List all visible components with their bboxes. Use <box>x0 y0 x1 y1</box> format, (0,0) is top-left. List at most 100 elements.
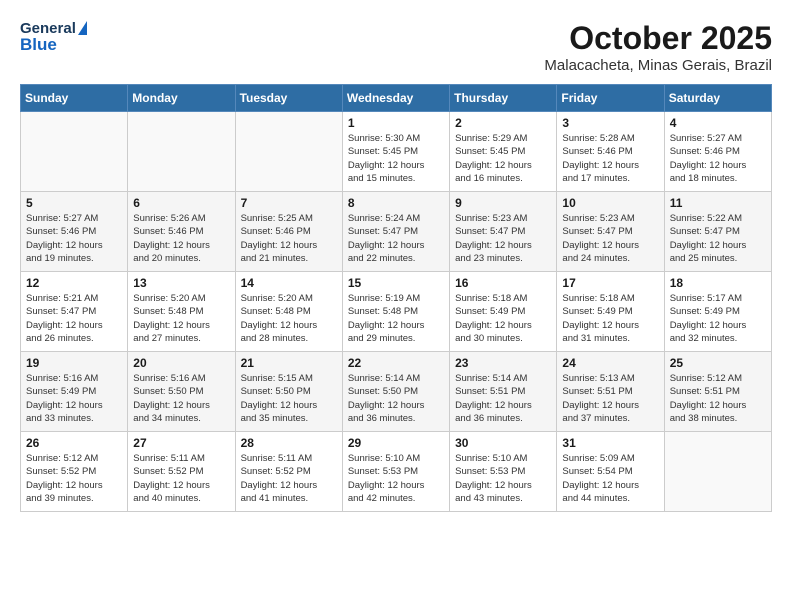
calendar-cell: 1 Sunrise: 5:30 AM Sunset: 5:45 PM Daylig… <box>342 112 449 192</box>
location-subtitle: Malacacheta, Minas Gerais, Brazil <box>544 57 772 74</box>
day-info: Sunrise: 5:11 AM Sunset: 5:52 PM Dayligh… <box>133 452 229 505</box>
calendar-cell: 12 Sunrise: 5:21 AM Sunset: 5:47 PM Dayli… <box>21 272 128 352</box>
day-info: Sunrise: 5:29 AM Sunset: 5:45 PM Dayligh… <box>455 132 551 185</box>
calendar-cell: 30 Sunrise: 5:10 AM Sunset: 5:53 PM Dayli… <box>450 432 557 512</box>
day-info: Sunrise: 5:12 AM Sunset: 5:51 PM Dayligh… <box>670 372 766 425</box>
day-number: 4 <box>670 116 766 130</box>
day-of-week-header: Tuesday <box>235 85 342 112</box>
day-info: Sunrise: 5:20 AM Sunset: 5:48 PM Dayligh… <box>133 292 229 345</box>
day-info: Sunrise: 5:18 AM Sunset: 5:49 PM Dayligh… <box>562 292 658 345</box>
day-number: 12 <box>26 276 122 290</box>
calendar-cell: 6 Sunrise: 5:26 AM Sunset: 5:46 PM Daylig… <box>128 192 235 272</box>
calendar-cell: 7Sunrise: 5:25 AM Sunset: 5:46 PM Daylig… <box>235 192 342 272</box>
month-title: October 2025 <box>544 20 772 57</box>
days-of-week-row: SundayMondayTuesdayWednesdayThursdayFrid… <box>21 85 772 112</box>
day-number: 15 <box>348 276 444 290</box>
calendar-cell: 22Sunrise: 5:14 AM Sunset: 5:50 PM Dayli… <box>342 352 449 432</box>
day-number: 11 <box>670 196 766 210</box>
calendar-cell: 23Sunrise: 5:14 AM Sunset: 5:51 PM Dayli… <box>450 352 557 432</box>
day-number: 28 <box>241 436 337 450</box>
day-info: Sunrise: 5:21 AM Sunset: 5:47 PM Dayligh… <box>26 292 122 345</box>
day-info: Sunrise: 5:23 AM Sunset: 5:47 PM Dayligh… <box>455 212 551 265</box>
page-header: General Blue October 2025 Malacacheta, M… <box>20 20 772 74</box>
day-number: 30 <box>455 436 551 450</box>
calendar-cell: 26 Sunrise: 5:12 AM Sunset: 5:52 PM Dayli… <box>21 432 128 512</box>
calendar-cell: 9 Sunrise: 5:23 AM Sunset: 5:47 PM Daylig… <box>450 192 557 272</box>
logo-blue: Blue <box>20 35 87 55</box>
day-number: 13 <box>133 276 229 290</box>
day-of-week-header: Saturday <box>664 85 771 112</box>
day-of-week-header: Wednesday <box>342 85 449 112</box>
day-number: 18 <box>670 276 766 290</box>
calendar-cell: 3 Sunrise: 5:28 AM Sunset: 5:46 PM Daylig… <box>557 112 664 192</box>
day-info: Sunrise: 5:16 AM Sunset: 5:50 PM Dayligh… <box>133 372 229 425</box>
day-number: 14 <box>241 276 337 290</box>
day-info: Sunrise: 5:16 AM Sunset: 5:49 PM Dayligh… <box>26 372 122 425</box>
day-number: 17 <box>562 276 658 290</box>
day-number: 6 <box>133 196 229 210</box>
calendar-cell: 13 Sunrise: 5:20 AM Sunset: 5:48 PM Dayli… <box>128 272 235 352</box>
calendar-cell: 15 Sunrise: 5:19 AM Sunset: 5:48 PM Dayli… <box>342 272 449 352</box>
day-number: 23 <box>455 356 551 370</box>
calendar-table: SundayMondayTuesdayWednesdayThursdayFrid… <box>20 84 772 512</box>
day-number: 29 <box>348 436 444 450</box>
day-info: Sunrise: 5:14 AM Sunset: 5:50 PM Dayligh… <box>348 372 444 425</box>
day-of-week-header: Friday <box>557 85 664 112</box>
day-of-week-header: Thursday <box>450 85 557 112</box>
day-number: 19 <box>26 356 122 370</box>
day-number: 21 <box>241 356 337 370</box>
title-section: October 2025 Malacacheta, Minas Gerais, … <box>544 20 772 74</box>
calendar-body: 1 Sunrise: 5:30 AM Sunset: 5:45 PM Daylig… <box>21 112 772 512</box>
day-info: Sunrise: 5:19 AM Sunset: 5:48 PM Dayligh… <box>348 292 444 345</box>
calendar-cell <box>21 112 128 192</box>
day-info: Sunrise: 5:23 AM Sunset: 5:47 PM Dayligh… <box>562 212 658 265</box>
day-info: Sunrise: 5:17 AM Sunset: 5:49 PM Dayligh… <box>670 292 766 345</box>
day-number: 9 <box>455 196 551 210</box>
day-info: Sunrise: 5:12 AM Sunset: 5:52 PM Dayligh… <box>26 452 122 505</box>
calendar-week-row: 19 Sunrise: 5:16 AM Sunset: 5:49 PM Dayli… <box>21 352 772 432</box>
day-number: 31 <box>562 436 658 450</box>
logo: General Blue <box>20 20 87 55</box>
day-number: 26 <box>26 436 122 450</box>
day-info: Sunrise: 5:22 AM Sunset: 5:47 PM Dayligh… <box>670 212 766 265</box>
day-number: 2 <box>455 116 551 130</box>
day-number: 8 <box>348 196 444 210</box>
calendar-week-row: 5Sunrise: 5:27 AM Sunset: 5:46 PM Daylig… <box>21 192 772 272</box>
day-info: Sunrise: 5:15 AM Sunset: 5:50 PM Dayligh… <box>241 372 337 425</box>
day-number: 5 <box>26 196 122 210</box>
calendar-cell: 11 Sunrise: 5:22 AM Sunset: 5:47 PM Dayli… <box>664 192 771 272</box>
calendar-cell: 27 Sunrise: 5:11 AM Sunset: 5:52 PM Dayli… <box>128 432 235 512</box>
day-info: Sunrise: 5:11 AM Sunset: 5:52 PM Dayligh… <box>241 452 337 505</box>
calendar-cell: 29Sunrise: 5:10 AM Sunset: 5:53 PM Dayli… <box>342 432 449 512</box>
calendar-cell: 2 Sunrise: 5:29 AM Sunset: 5:45 PM Daylig… <box>450 112 557 192</box>
calendar-cell: 18 Sunrise: 5:17 AM Sunset: 5:49 PM Dayli… <box>664 272 771 352</box>
calendar-cell: 5Sunrise: 5:27 AM Sunset: 5:46 PM Daylig… <box>21 192 128 272</box>
calendar-cell: 14Sunrise: 5:20 AM Sunset: 5:48 PM Dayli… <box>235 272 342 352</box>
calendar-header: SundayMondayTuesdayWednesdayThursdayFrid… <box>21 85 772 112</box>
calendar-cell: 24Sunrise: 5:13 AM Sunset: 5:51 PM Dayli… <box>557 352 664 432</box>
calendar-cell: 16Sunrise: 5:18 AM Sunset: 5:49 PM Dayli… <box>450 272 557 352</box>
day-info: Sunrise: 5:27 AM Sunset: 5:46 PM Dayligh… <box>670 132 766 185</box>
day-info: Sunrise: 5:09 AM Sunset: 5:54 PM Dayligh… <box>562 452 658 505</box>
calendar-week-row: 26 Sunrise: 5:12 AM Sunset: 5:52 PM Dayli… <box>21 432 772 512</box>
calendar-cell: 4 Sunrise: 5:27 AM Sunset: 5:46 PM Daylig… <box>664 112 771 192</box>
day-number: 10 <box>562 196 658 210</box>
day-number: 1 <box>348 116 444 130</box>
calendar-cell: 10 Sunrise: 5:23 AM Sunset: 5:47 PM Dayli… <box>557 192 664 272</box>
calendar-cell: 17 Sunrise: 5:18 AM Sunset: 5:49 PM Dayli… <box>557 272 664 352</box>
day-number: 27 <box>133 436 229 450</box>
day-info: Sunrise: 5:26 AM Sunset: 5:46 PM Dayligh… <box>133 212 229 265</box>
day-info: Sunrise: 5:24 AM Sunset: 5:47 PM Dayligh… <box>348 212 444 265</box>
day-info: Sunrise: 5:30 AM Sunset: 5:45 PM Dayligh… <box>348 132 444 185</box>
calendar-cell: 20Sunrise: 5:16 AM Sunset: 5:50 PM Dayli… <box>128 352 235 432</box>
logo-triangle-icon <box>78 21 87 35</box>
calendar-cell: 28 Sunrise: 5:11 AM Sunset: 5:52 PM Dayli… <box>235 432 342 512</box>
day-info: Sunrise: 5:18 AM Sunset: 5:49 PM Dayligh… <box>455 292 551 345</box>
day-number: 3 <box>562 116 658 130</box>
calendar-cell: 19 Sunrise: 5:16 AM Sunset: 5:49 PM Dayli… <box>21 352 128 432</box>
day-of-week-header: Sunday <box>21 85 128 112</box>
calendar-cell <box>128 112 235 192</box>
day-of-week-header: Monday <box>128 85 235 112</box>
day-info: Sunrise: 5:28 AM Sunset: 5:46 PM Dayligh… <box>562 132 658 185</box>
day-info: Sunrise: 5:10 AM Sunset: 5:53 PM Dayligh… <box>455 452 551 505</box>
